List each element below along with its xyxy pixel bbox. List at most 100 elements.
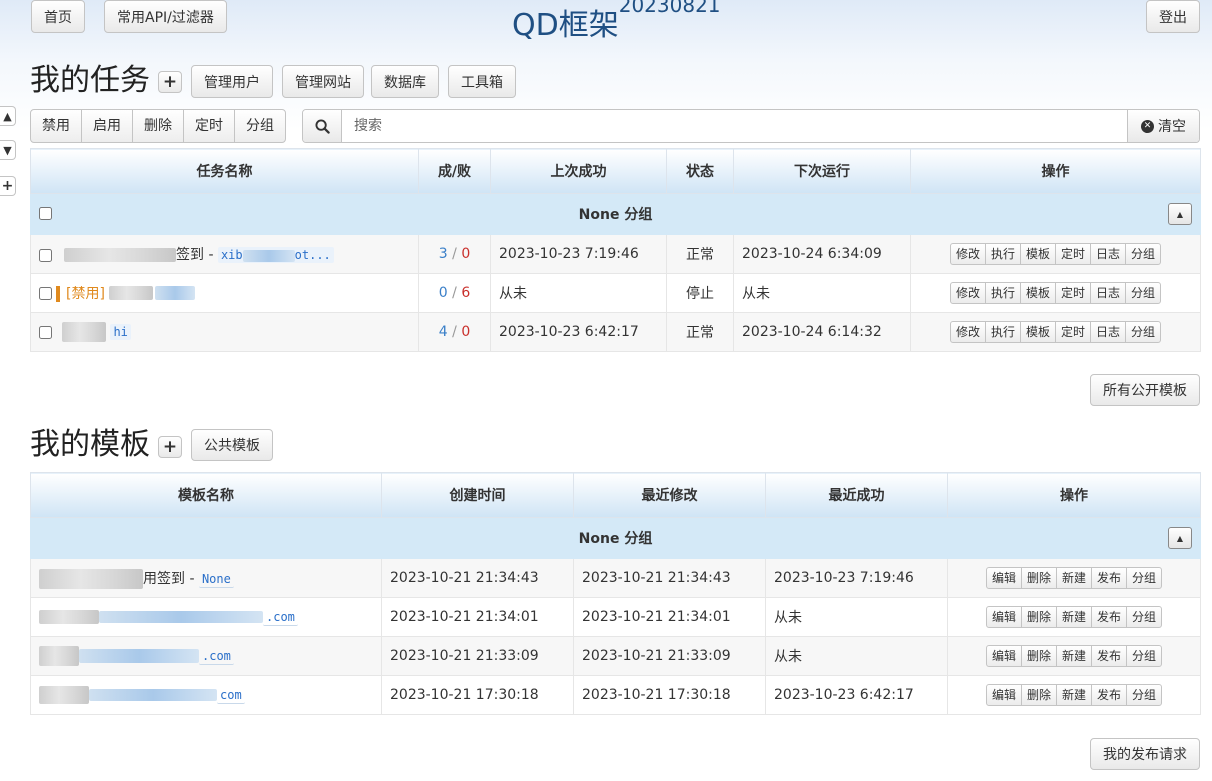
- last-success: 从未: [765, 636, 948, 676]
- group-button[interactable]: 分组: [1127, 607, 1161, 627]
- my-publish-requests-button[interactable]: 我的发布请求: [1090, 738, 1200, 770]
- col-created[interactable]: 创建时间: [381, 472, 574, 518]
- public-templates-button[interactable]: 公共模板: [191, 429, 273, 461]
- row-checkbox[interactable]: [39, 286, 52, 300]
- clear-button[interactable]: ✕ 清空: [1127, 110, 1199, 142]
- search-icon[interactable]: [303, 110, 342, 142]
- table-row: com 2023-10-21 17:30:18 2023-10-21 17:30…: [30, 675, 1201, 715]
- group-button[interactable]: 分组: [1126, 244, 1160, 264]
- task-actions: 修改 执行 模板 定时 日志 分组: [949, 321, 1162, 343]
- col-last-success[interactable]: 上次成功: [490, 148, 667, 194]
- templates-title: 我的模板: [30, 427, 150, 462]
- task-code: xib: [220, 248, 243, 262]
- delete-button[interactable]: 删除: [1022, 607, 1057, 627]
- manage-sites-button[interactable]: 管理网站: [282, 65, 364, 98]
- logout-button[interactable]: 登出: [1146, 0, 1200, 33]
- publish-button[interactable]: 发布: [1092, 685, 1128, 705]
- schedule-button[interactable]: 定时: [1056, 283, 1092, 303]
- scroll-down-icon[interactable]: ▼: [0, 140, 16, 160]
- scroll-up-icon[interactable]: ▲: [0, 106, 16, 126]
- api-filter-button[interactable]: 常用API/过滤器: [104, 0, 227, 33]
- delete-button[interactable]: 删除: [133, 110, 184, 142]
- edit-button[interactable]: 修改: [951, 244, 986, 264]
- run-button[interactable]: 执行: [986, 322, 1021, 342]
- disable-button[interactable]: 禁用: [31, 110, 82, 142]
- edit-button[interactable]: 编辑: [987, 568, 1022, 588]
- col-next-run[interactable]: 下次运行: [733, 148, 911, 194]
- delete-button[interactable]: 删除: [1022, 568, 1057, 588]
- edit-button[interactable]: 编辑: [987, 607, 1022, 627]
- group-select-checkbox[interactable]: [39, 207, 52, 220]
- success-count: 3: [438, 246, 448, 262]
- col-task-name[interactable]: 任务名称: [30, 148, 419, 194]
- task-name[interactable]: 签到 -: [176, 247, 218, 263]
- schedule-button[interactable]: 定时: [1056, 322, 1092, 342]
- templates-table: 模板名称 创建时间 最近修改 最近成功 操作 None 分组 ▲ 用签到 - No…: [30, 472, 1201, 715]
- toolbox-button[interactable]: 工具箱: [448, 65, 516, 98]
- col-template-name[interactable]: 模板名称: [30, 472, 382, 518]
- delete-button[interactable]: 删除: [1022, 685, 1057, 705]
- group-button[interactable]: 分组: [235, 110, 285, 142]
- publish-button[interactable]: 发布: [1092, 568, 1128, 588]
- home-button[interactable]: 首页: [31, 0, 85, 33]
- col-actions: 操作: [947, 472, 1201, 518]
- database-button[interactable]: 数据库: [371, 65, 439, 98]
- status-badge: 停止: [666, 273, 734, 313]
- group-button[interactable]: 分组: [1127, 646, 1161, 666]
- template-code: .com: [263, 609, 298, 626]
- col-modified[interactable]: 最近修改: [573, 472, 766, 518]
- template-group-label: None 分组: [578, 531, 653, 547]
- group-button[interactable]: 分组: [1127, 568, 1161, 588]
- collapse-icon[interactable]: ▲: [1168, 527, 1192, 549]
- template-name[interactable]: 用签到 -: [143, 571, 199, 587]
- manage-users-button[interactable]: 管理用户: [191, 65, 273, 98]
- publish-button[interactable]: 发布: [1092, 646, 1128, 666]
- collapse-icon[interactable]: ▲: [1168, 203, 1192, 225]
- col-status[interactable]: 状态: [666, 148, 734, 194]
- group-button[interactable]: 分组: [1126, 322, 1160, 342]
- template-actions: 编辑 删除 新建 发布 分组: [985, 606, 1163, 628]
- publish-button[interactable]: 发布: [1092, 607, 1128, 627]
- row-checkbox[interactable]: [39, 248, 52, 262]
- edit-button[interactable]: 编辑: [987, 685, 1022, 705]
- all-public-templates-button[interactable]: 所有公开模板: [1090, 374, 1200, 406]
- template-button[interactable]: 模板: [1021, 322, 1056, 342]
- disabled-tag: [禁用]: [56, 286, 105, 302]
- add-task-icon[interactable]: +: [158, 71, 182, 93]
- new-task-button[interactable]: 新建: [1057, 646, 1092, 666]
- col-success-fail[interactable]: 成/败: [418, 148, 491, 194]
- schedule-button[interactable]: 定时: [1056, 244, 1092, 264]
- redacted-text: [39, 646, 79, 666]
- redacted-text: [39, 568, 143, 589]
- side-plus-icon[interactable]: +: [0, 176, 16, 196]
- next-run: 从未: [733, 273, 911, 313]
- log-button[interactable]: 日志: [1091, 283, 1127, 303]
- status-badge: 正常: [666, 234, 734, 274]
- group-button[interactable]: 分组: [1126, 283, 1160, 303]
- log-button[interactable]: 日志: [1091, 244, 1127, 264]
- fail-count: 6: [461, 285, 471, 301]
- add-template-icon[interactable]: +: [158, 436, 182, 458]
- edit-button[interactable]: 编辑: [987, 646, 1022, 666]
- edit-button[interactable]: 修改: [951, 283, 986, 303]
- template-code: com: [217, 687, 245, 704]
- modified-time: 2023-10-21 21:34:43: [573, 558, 766, 598]
- group-button[interactable]: 分组: [1127, 685, 1161, 705]
- delete-button[interactable]: 删除: [1022, 646, 1057, 666]
- col-last-success[interactable]: 最近成功: [765, 472, 948, 518]
- new-task-button[interactable]: 新建: [1057, 685, 1092, 705]
- enable-button[interactable]: 启用: [82, 110, 133, 142]
- run-button[interactable]: 执行: [986, 283, 1021, 303]
- template-button[interactable]: 模板: [1021, 244, 1056, 264]
- log-button[interactable]: 日志: [1091, 322, 1127, 342]
- new-task-button[interactable]: 新建: [1057, 568, 1092, 588]
- schedule-button[interactable]: 定时: [184, 110, 235, 142]
- edit-button[interactable]: 修改: [951, 322, 986, 342]
- row-checkbox[interactable]: [39, 325, 52, 339]
- new-task-button[interactable]: 新建: [1057, 607, 1092, 627]
- search-input[interactable]: [342, 110, 1127, 142]
- template-actions: 编辑 删除 新建 发布 分组: [985, 684, 1163, 706]
- run-button[interactable]: 执行: [986, 244, 1021, 264]
- redacted-text: [39, 610, 99, 624]
- template-button[interactable]: 模板: [1021, 283, 1056, 303]
